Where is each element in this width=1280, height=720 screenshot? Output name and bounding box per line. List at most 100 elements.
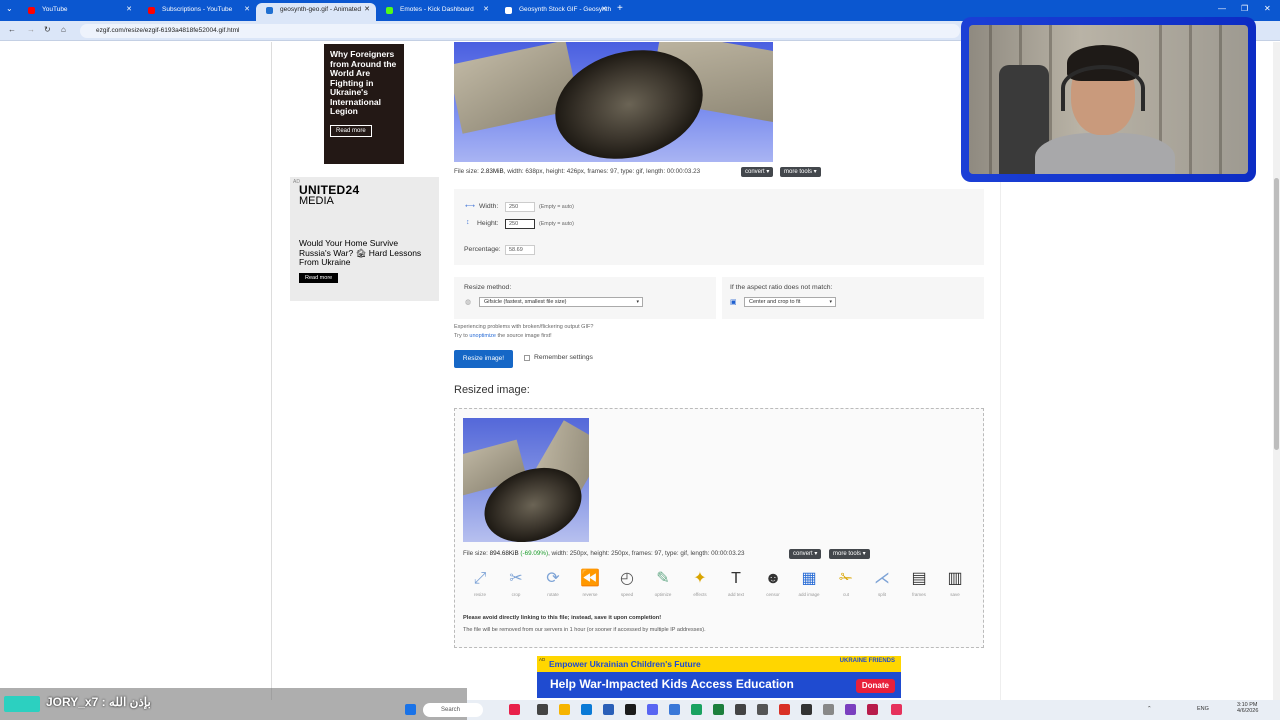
taskbar-app-icon[interactable] (537, 704, 548, 715)
windows-start-icon[interactable] (405, 704, 416, 715)
close-window-icon[interactable]: ✕ (1264, 4, 1271, 13)
tool-add-image[interactable]: ▦ add image (792, 569, 826, 597)
tool-add-text[interactable]: Tadd text (719, 569, 753, 597)
tab-subscriptions[interactable]: Subscriptions - YouTube ✕ (138, 3, 256, 21)
more-tools-dropdown-button[interactable]: more tools ▾ (829, 549, 870, 559)
maximize-icon[interactable]: ❐ (1241, 4, 1248, 13)
ad-tag: AD (539, 657, 546, 662)
close-tab-icon[interactable]: ✕ (601, 3, 607, 17)
youtube-favicon-icon (28, 7, 35, 14)
tool-cut[interactable]: ✁ cut (829, 569, 863, 597)
forward-icon[interactable]: → (27, 25, 35, 34)
more-tools-dropdown-button[interactable]: more tools ▾ (780, 167, 821, 177)
tab-youtube[interactable]: YouTube ✕ (18, 3, 138, 21)
close-tab-icon[interactable]: ✕ (364, 3, 370, 17)
tab-tenor[interactable]: Geosynth Stock GIF - Geosynth ✕ (495, 3, 613, 21)
edge-icon[interactable] (581, 704, 592, 715)
page-scrollbar[interactable] (1273, 42, 1280, 700)
taskbar-app-icon[interactable] (801, 704, 812, 715)
remember-settings-checkbox[interactable] (524, 355, 530, 361)
steam-icon[interactable] (625, 704, 636, 715)
taskbar-app-icon[interactable] (823, 704, 834, 715)
convert-dropdown-button[interactable]: convert ▾ (741, 167, 774, 177)
back-icon[interactable]: ← (8, 25, 16, 34)
tool-effects[interactable]: ✦ effects (683, 569, 717, 597)
ad-read-more-button[interactable]: Read more (299, 272, 339, 283)
tool-save[interactable]: ▥ save (938, 569, 972, 597)
home-icon[interactable]: ⌂ (61, 25, 66, 34)
tab-search-icon[interactable]: ⌄ (6, 4, 13, 13)
source-file-info: File size: 2.83MiB, width: 638px, height… (454, 168, 701, 175)
column-divider (271, 42, 272, 700)
obs-icon[interactable] (757, 704, 768, 715)
tab-label: YouTube (42, 6, 68, 13)
taskbar-app-icon[interactable] (509, 704, 520, 715)
effects-icon: ✦ (693, 570, 707, 587)
taskbar-app-icon[interactable] (669, 704, 680, 715)
store-icon[interactable] (603, 704, 614, 715)
tool-rotate[interactable]: ⟳ rotate (536, 569, 570, 597)
resize-image-button[interactable]: Resize image! (454, 350, 513, 368)
speed-icon: ◴ (620, 570, 634, 587)
ad-read-more-button[interactable]: Read more (330, 124, 372, 137)
united24-ad[interactable]: AD UNITED24 MEDIA Would Your Home Surviv… (290, 177, 439, 301)
tenor-favicon-icon (505, 7, 512, 14)
percentage-input[interactable]: 58.69 (505, 245, 535, 255)
taskbar-app-icon[interactable] (779, 704, 790, 715)
stream-username-overlay: JORY_x7 : بإذن الله (0, 688, 467, 720)
left-ad[interactable]: Why Foreigners from Around the World Are… (324, 44, 404, 164)
remember-settings-label[interactable]: Remember settings (534, 354, 593, 361)
tab-label: Subscriptions - YouTube (162, 6, 233, 13)
chevron-down-icon: ▾ (829, 299, 832, 305)
tab-label: Geosynth Stock GIF - Geosynth (519, 6, 612, 13)
chrome-icon[interactable] (691, 704, 702, 715)
tab-ezgif[interactable]: geosynth-geo.gif - Animated ✕ (256, 3, 376, 21)
rotate-icon: ⟳ (546, 570, 560, 587)
tool-optimize[interactable]: ✎ optimize (646, 569, 680, 597)
tool-reverse[interactable]: ⏪ reverse (573, 569, 607, 597)
taskbar-app-icon[interactable] (735, 704, 746, 715)
reverse-icon: ⏪ (580, 570, 600, 587)
tool-resize[interactable]: ⤢ resize (463, 569, 497, 597)
removal-note: The file will be removed from our server… (463, 627, 706, 633)
aspect-ratio-select[interactable]: Center and crop to fit ▾ (744, 297, 836, 307)
close-tab-icon[interactable]: ✕ (483, 3, 489, 17)
minimize-icon[interactable]: — (1218, 4, 1226, 13)
resize-method-select[interactable]: Gifsicle (fastest, smallest file size) ▾ (479, 297, 643, 307)
width-arrows-icon: ⟷ (465, 203, 476, 210)
tool-split[interactable]: ⋌ split (865, 569, 899, 597)
donate-button[interactable]: Donate (855, 679, 895, 693)
clock[interactable]: 3:10 PM 4/6/2026 (1237, 702, 1258, 714)
excel-icon[interactable] (713, 704, 724, 715)
height-input[interactable]: 250 (505, 219, 535, 229)
address-bar[interactable]: ezgif.com/resize/ezgif-6193a4818fe52004.… (80, 24, 960, 38)
scrollbar-thumb[interactable] (1274, 178, 1279, 450)
reload-icon[interactable]: ↻ (44, 25, 51, 34)
tiktok-icon[interactable] (891, 704, 902, 715)
taskbar-search[interactable]: Search (423, 703, 483, 717)
new-tab-icon[interactable]: + (617, 3, 623, 14)
person-body-shape (1035, 133, 1175, 174)
close-tab-icon[interactable]: ✕ (244, 3, 250, 17)
height-hint: (Empty = auto) (539, 221, 574, 227)
tool-crop[interactable]: ✂ crop (499, 569, 533, 597)
taskbar-app-icon[interactable] (867, 704, 878, 715)
tool-frames[interactable]: ▤ frames (902, 569, 936, 597)
tool-speed[interactable]: ◴ speed (610, 569, 644, 597)
tray-chevron-icon[interactable]: ⌃ (1147, 706, 1152, 712)
discord-icon[interactable] (647, 704, 658, 715)
ukraine-friends-banner-ad[interactable]: AD Empower Ukrainian Children's Future H… (537, 656, 901, 698)
webcam-feed (969, 25, 1248, 174)
language-indicator[interactable]: ENG (1197, 706, 1209, 712)
url-text: ezgif.com/resize/ezgif-6193a4818fe52004.… (96, 27, 240, 34)
convert-dropdown-button[interactable]: convert ▾ (789, 549, 822, 559)
close-tab-icon[interactable]: ✕ (126, 3, 132, 17)
unoptimize-link[interactable]: unoptimize (469, 333, 496, 339)
cut-icon: ✁ (839, 570, 853, 587)
width-input[interactable]: 250 (505, 202, 535, 212)
height-arrows-icon: ↕ (466, 219, 470, 226)
tool-censor[interactable]: ☻ censor (756, 569, 790, 597)
file-explorer-icon[interactable] (559, 704, 570, 715)
tab-kick[interactable]: Emotes - Kick Dashboard ✕ (376, 3, 495, 21)
taskbar-app-icon[interactable] (845, 704, 856, 715)
